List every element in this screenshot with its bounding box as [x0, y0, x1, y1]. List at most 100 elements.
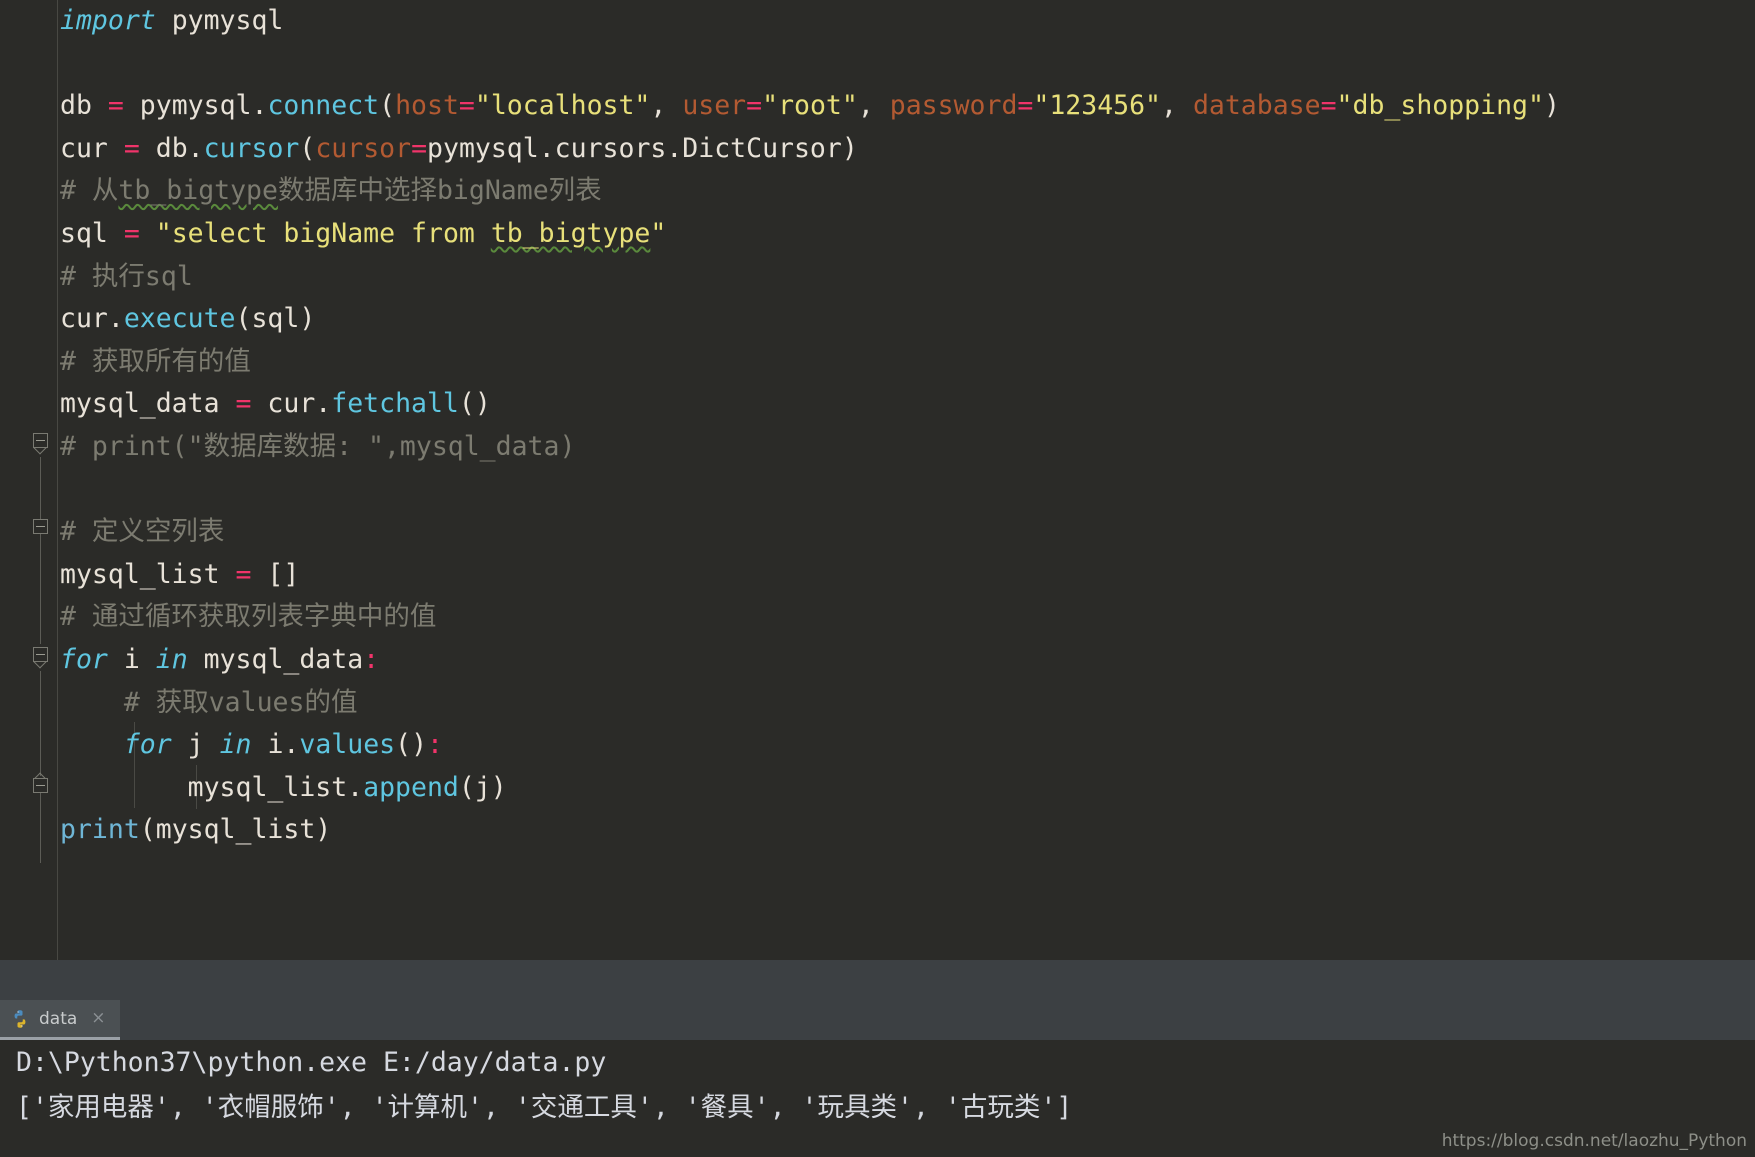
code-token: execute	[123, 303, 236, 335]
code-token: i	[107, 644, 156, 675]
code-token: pymysql.cursors.DictCursor)	[427, 132, 858, 164]
fold-marker-collapse-3[interactable]	[33, 647, 48, 662]
fold-marker-collapse-1[interactable]	[33, 433, 48, 448]
code-token: mysql_list	[60, 558, 236, 590]
run-tool-window[interactable]: data × D:\Python37\python.exe E:/day/dat…	[0, 960, 1755, 1157]
code-token: cur.	[60, 303, 124, 335]
code-token: values	[299, 729, 396, 761]
gutter-divider	[57, 0, 58, 960]
code-token: in	[155, 644, 188, 675]
code-line[interactable]: for i in mysql_data:	[60, 639, 379, 682]
code-line[interactable]: # 从tb_bigtype数据库中选择bigName列表	[60, 170, 602, 213]
code-token: ,	[857, 90, 890, 122]
code-token: =	[123, 218, 140, 249]
code-line[interactable]: mysql_list = []	[60, 554, 299, 597]
code-token: (j)	[458, 771, 507, 803]
code-token: database	[1192, 90, 1321, 122]
code-line[interactable]: mysql_data = cur.fetchall()	[60, 383, 491, 426]
fold-marker-collapse-2[interactable]	[33, 519, 48, 534]
code-token: "123456"	[1033, 90, 1162, 122]
code-line[interactable]: mysql_list.append(j)	[60, 767, 507, 810]
code-token: # print("数据库数据: ",mysql_data)	[60, 431, 576, 462]
code-token: []	[251, 558, 300, 590]
code-line[interactable]: for j in i.values():	[60, 724, 443, 767]
code-line[interactable]: # 通过循环获取列表字典中的值	[60, 596, 436, 639]
code-token: sql	[60, 218, 124, 249]
code-token: append	[363, 771, 459, 803]
code-token: password	[889, 90, 1018, 122]
code-token: db	[60, 90, 108, 122]
code-token: mysql_data	[187, 644, 364, 675]
code-token: :	[363, 644, 380, 675]
code-token: =	[1320, 90, 1337, 122]
code-lines-container[interactable]: import pymysql db = pymysql.connect(host=…	[60, 0, 1755, 960]
code-token: ,	[1161, 90, 1193, 122]
code-token: =	[107, 90, 124, 122]
code-token: tb_bigtype	[118, 175, 278, 207]
fold-guide-1	[40, 457, 41, 520]
code-line[interactable]: cur.execute(sql)	[60, 298, 315, 341]
run-tab-bar[interactable]: data ×	[0, 1000, 1755, 1040]
code-line[interactable]: # print("数据库数据: ",mysql_data)	[60, 426, 575, 469]
code-token: =	[123, 132, 140, 164]
code-line[interactable]: print(mysql_list)	[60, 809, 331, 852]
fold-cap-down-1	[33, 448, 48, 457]
code-token: (sql)	[235, 303, 316, 335]
watermark-url: https://blog.csdn.net/laozhu_Python	[1441, 1131, 1747, 1151]
tab-data[interactable]: data ×	[0, 1000, 120, 1040]
editor-gutter[interactable]	[0, 0, 56, 960]
code-token: db.	[139, 132, 204, 164]
code-line[interactable]: # 获取所有的值	[60, 341, 251, 384]
code-token: )	[1543, 90, 1560, 122]
fold-guide-3	[40, 671, 41, 776]
fold-guide-4	[40, 793, 41, 863]
console-result-line: ['家用电器', '衣帽服饰', '计算机', '交通工具', '餐具', '玩…	[16, 1092, 1073, 1123]
code-token: ()	[395, 729, 428, 761]
fold-marker-end-3[interactable]	[33, 778, 48, 793]
code-token: tb_bigtype	[490, 218, 651, 249]
code-token: =	[746, 90, 763, 122]
code-token: user	[682, 90, 747, 122]
code-token: # 定义空列表	[60, 516, 225, 548]
code-token: cursor	[315, 132, 412, 164]
code-editor[interactable]: import pymysql db = pymysql.connect(host=…	[0, 0, 1755, 960]
code-line[interactable]: # 执行sql	[60, 256, 193, 299]
code-token: mysql_data	[60, 388, 236, 420]
fold-cap-down-3	[33, 662, 48, 671]
code-token: # 获取values的值	[60, 686, 358, 718]
code-line[interactable]: import pymysql	[60, 0, 283, 43]
code-token: host	[395, 90, 459, 122]
code-token: pymysql.	[123, 90, 268, 122]
code-line[interactable]: # 定义空列表	[60, 511, 224, 554]
code-token: cur	[60, 132, 124, 164]
code-line[interactable]: sql = "select bigName from tb_bigtype"	[60, 213, 666, 256]
python-file-icon	[14, 1009, 26, 1028]
code-token: =	[458, 90, 475, 122]
code-token: j	[171, 729, 220, 761]
fold-cap-up-3	[33, 769, 48, 778]
code-line[interactable]: cur = db.cursor(cursor=pymysql.cursors.D…	[60, 128, 858, 171]
code-token: "db_shopping"	[1336, 90, 1544, 122]
code-token: "root"	[762, 90, 858, 122]
code-token: # 从	[60, 175, 119, 207]
code-token: ,	[650, 90, 683, 122]
code-token: =	[235, 558, 252, 590]
code-token: (	[379, 90, 396, 122]
code-token: cursor	[203, 132, 300, 164]
code-token: # 通过循环获取列表字典中的值	[60, 601, 437, 633]
code-token: for	[60, 644, 108, 675]
close-icon[interactable]: ×	[91, 1010, 105, 1027]
code-token: =	[411, 132, 428, 164]
code-token: # 获取所有的值	[60, 345, 251, 377]
code-token: ()	[458, 388, 491, 420]
code-line[interactable]: db = pymysql.connect(host="localhost", u…	[60, 85, 1560, 128]
code-token: import	[60, 5, 156, 36]
code-token: "select bigName from	[155, 218, 491, 249]
code-token: i.	[251, 729, 300, 761]
console-output[interactable]: D:\Python37\python.exe E:/day/data.py ['…	[0, 1040, 1755, 1157]
code-token: pymysql	[155, 5, 284, 36]
code-token: =	[235, 388, 252, 420]
code-line[interactable]: # 获取values的值	[60, 682, 358, 725]
